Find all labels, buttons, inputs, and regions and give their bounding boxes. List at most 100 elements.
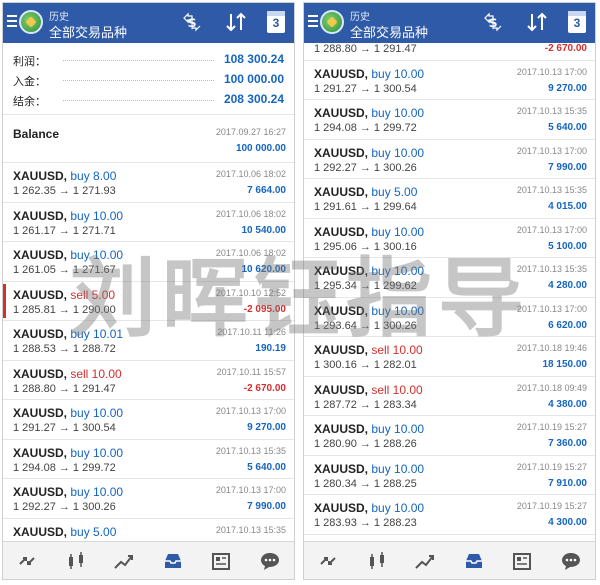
quotes-icon[interactable] — [316, 549, 340, 573]
news-icon[interactable] — [209, 549, 233, 573]
trade-symbol: XAUUSD, sell 10.00 — [314, 383, 423, 397]
trade-row[interactable]: XAUUSD, buy 10.00 1 280.34 → 1 288.25 2017… — [304, 456, 595, 495]
trade-prices: 1 280.90 → 1 288.26 — [314, 438, 417, 450]
trade-row[interactable]: XAUUSD, buy 10.00 1 295.06 → 1 300.16 2017… — [304, 219, 595, 258]
calendar-icon[interactable]: 3 — [267, 11, 285, 33]
trade-row[interactable]: XAUUSD, buy 10.00 1 280.90 → 1 288.26 2017… — [304, 416, 595, 456]
trade-symbol: XAUUSD, buy 10.00 — [13, 248, 123, 262]
trade-symbol: XAUUSD, buy 10.00 — [314, 501, 424, 515]
trade-type: buy 10.01 — [70, 327, 124, 341]
news-icon[interactable] — [510, 549, 534, 573]
trade-prices: 1 295.34 → 1 299.62 — [314, 280, 417, 292]
history-icon[interactable] — [161, 549, 185, 573]
trade-date: 2017.10.13 15:35 — [516, 106, 587, 116]
trade-row[interactable]: XAUUSD, buy 10.01 1 288.53 → 1 288.72 2017… — [3, 321, 294, 361]
trade-date: 2017.10.19 15:27 — [516, 422, 587, 432]
trade-type: buy 10.00 — [371, 264, 425, 278]
trade-row[interactable]: XAUUSD, buy 10.00 1 283.93 → 1 288.23 2017… — [304, 495, 595, 535]
menu-icon[interactable] — [7, 15, 17, 29]
trade-date: 2017.09.27 16:27 — [215, 127, 286, 137]
trade-row[interactable]: XAUUSD, buy 5.001 291.61 → 1 299.642017.… — [3, 519, 294, 544]
trade-row[interactable]: XAUUSD, sell 10.00 1 300.16 → 1 282.01 201… — [304, 337, 595, 377]
trade-type: buy 10.00 — [70, 248, 124, 262]
trade-symbol: XAUUSD, buy 10.00 — [13, 446, 123, 460]
summary-value: 208 300.24 — [223, 92, 284, 106]
summary-label: 入金： — [13, 76, 46, 88]
chart-icon[interactable] — [64, 549, 88, 573]
trade-row[interactable]: XAUUSD, buy 10.00 1 292.27 → 1 300.26 2017… — [3, 479, 294, 519]
trade-type: sell 10.00 — [70, 366, 122, 381]
trade-icon[interactable] — [112, 549, 136, 573]
balance-row[interactable]: Balance 2017.09.27 16:27 100 000.00 — [3, 119, 294, 163]
trade-symbol: XAUUSD, buy 10.00 — [314, 304, 424, 318]
trade-row[interactable]: XAUUSD, sell 10.001 288.80 → 1 291.47201… — [304, 43, 595, 61]
trade-symbol-name: XAUUSD — [13, 445, 64, 460]
trade-type: buy 10.00 — [371, 422, 425, 436]
currency-exchange-icon[interactable]: $ — [482, 11, 504, 33]
calendar-icon[interactable]: 3 — [568, 11, 586, 33]
summary-label: 结余： — [13, 96, 46, 108]
trade-profit: 6 620.00 — [548, 319, 587, 331]
trade-symbol-name: XAUUSD — [13, 366, 64, 381]
trade-symbol-name: XAUUSD — [314, 106, 365, 120]
trade-profit: 7 664.00 — [247, 185, 286, 196]
trade-row[interactable]: XAUUSD, sell 5.00 1 285.81 → 1 290.00 2017… — [3, 282, 294, 321]
symbols-filter[interactable]: 全部交易品种 — [350, 22, 428, 41]
trade-symbol: XAUUSD, buy 10.00 — [314, 106, 424, 120]
trade-type: buy 10.00 — [371, 145, 425, 160]
trade-date: 2017.10.13 17:00 — [215, 406, 286, 416]
trade-date: 2017.10.06 18:02 — [215, 169, 286, 179]
trade-row[interactable]: XAUUSD, buy 8.00 1 262.35 → 1 271.93 2017.… — [3, 163, 294, 203]
chart-icon[interactable] — [365, 549, 389, 573]
summary-profit: 利润： 108 300.24 — [3, 49, 294, 69]
history-list[interactable]: XAUUSD, sell 10.00 1 288.80 → 1 291.47 201… — [304, 43, 595, 543]
chat-icon[interactable] — [559, 549, 583, 573]
trade-row[interactable]: XAUUSD, buy 10.00 1 261.05 → 1 271.67 2017… — [3, 242, 294, 282]
bottom-nav — [304, 541, 595, 579]
history-label: 历史 — [350, 12, 370, 23]
trade-symbol: XAUUSD, buy 10.00 — [314, 225, 424, 239]
trade-row[interactable]: XAUUSD, buy 5.001 291.61 → 1 299.642017.… — [304, 179, 595, 219]
trade-profit: -2 670.00 — [243, 382, 286, 394]
trade-type: buy 5.00 — [371, 185, 418, 199]
currency-exchange-icon[interactable]: $ — [181, 11, 203, 33]
trade-row[interactable]: XAUUSD, buy 10.00 1 294.08 → 1 299.72 2017… — [304, 100, 595, 140]
history-icon[interactable] — [462, 549, 486, 573]
trade-prices: 1 288.80 → 1 291.47 — [314, 43, 417, 55]
trade-row[interactable]: XAUUSD, buy 10.00 1 294.08 → 1 299.72 2017… — [3, 440, 294, 479]
trade-row[interactable]: XAUUSD, buy 10.00 1 295.34 → 1 299.62 2017… — [304, 258, 595, 298]
app-logo-icon — [19, 10, 43, 34]
trade-symbol-name: XAUUSD — [314, 382, 365, 397]
trade-date: 2017.10.10 12:52 — [215, 287, 286, 298]
trade-prices: 1 294.08 → 1 299.72 — [314, 122, 417, 134]
quotes-icon[interactable] — [15, 549, 39, 573]
trade-row[interactable]: XAUUSD, buy 10.00 1 261.17 → 1 271.71 2017… — [3, 203, 294, 242]
trade-profit: 9 270.00 — [247, 422, 286, 433]
chat-icon[interactable] — [258, 549, 282, 573]
trade-symbol-name: XAUUSD — [314, 145, 365, 160]
trade-profit: 7 910.00 — [548, 477, 587, 489]
menu-icon[interactable] — [308, 15, 318, 29]
trade-prices: 1 295.06 → 1 300.16 — [314, 240, 417, 253]
sort-icon[interactable] — [225, 11, 247, 33]
trade-icon[interactable] — [413, 549, 437, 573]
trade-symbol: XAUUSD, sell 10.00 — [314, 343, 423, 357]
symbols-filter[interactable]: 全部交易品种 — [49, 22, 127, 41]
trade-symbol-name: XAUUSD — [13, 248, 64, 262]
trade-prices: 1 262.35 → 1 271.93 — [13, 185, 116, 197]
trade-profit: 7 990.00 — [247, 501, 286, 512]
trade-row[interactable]: XAUUSD, sell 10.001 288.80 → 1 291.47201… — [3, 361, 294, 400]
summary-balance: 结余： 208 300.24 — [3, 89, 294, 109]
trade-row[interactable]: XAUUSD, buy 10.00 1 291.27 → 1 300.54 2017… — [3, 400, 294, 440]
trade-row[interactable]: XAUUSD, buy 10.00 1 291.27 → 1 300.54 2017… — [304, 61, 595, 100]
summary-label: 利润： — [13, 56, 46, 68]
trade-row[interactable]: XAUUSD, sell 10.00 1 287.72 → 1 283.34 201… — [304, 377, 595, 416]
trade-row[interactable]: XAUUSD, buy 10.00 1 292.27 → 1 300.26 2017… — [304, 140, 595, 179]
trade-row[interactable]: XAUUSD, buy 10.00 1 293.64 → 1 300.26 2017… — [304, 298, 595, 337]
sort-icon[interactable] — [526, 11, 548, 33]
trade-type: buy 10.00 — [70, 406, 124, 420]
history-list[interactable]: 利润： 108 300.24 入金： 100 000.00 结余： 208 30… — [3, 43, 294, 543]
trade-symbol: XAUUSD, buy 10.00 — [314, 462, 424, 476]
trade-prices: 1 293.64 → 1 300.26 — [314, 319, 417, 332]
trade-prices: 1 285.81 → 1 290.00 — [13, 303, 116, 316]
